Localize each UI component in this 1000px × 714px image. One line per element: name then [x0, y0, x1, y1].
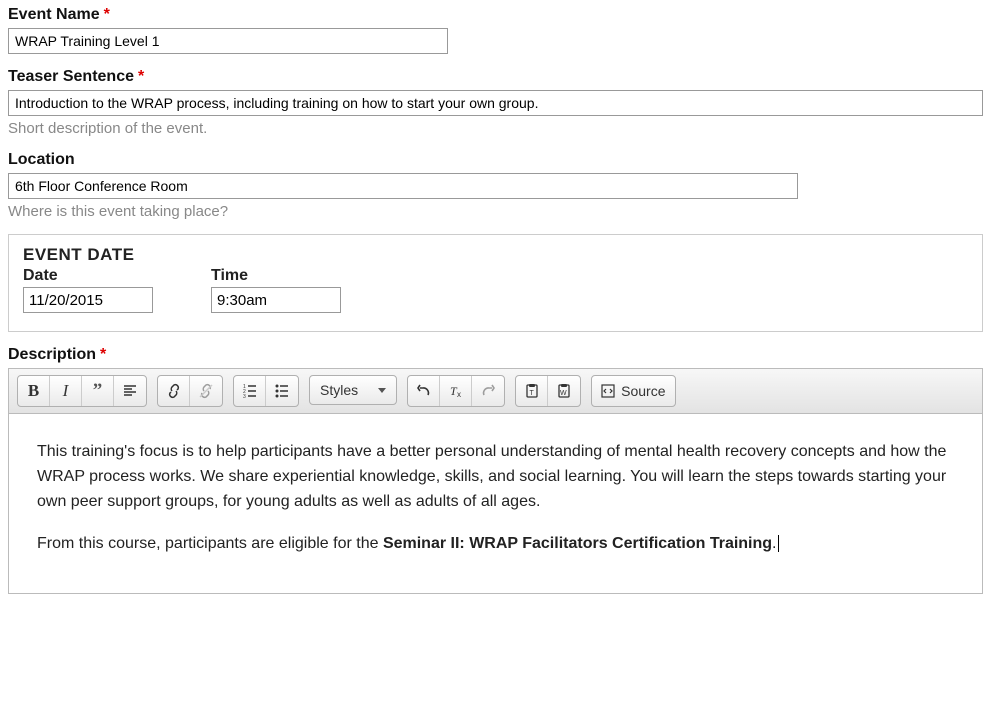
required-asterisk: * — [138, 68, 144, 86]
location-input[interactable] — [8, 173, 798, 199]
editor-paragraph-1: This training's focus is to help partici… — [37, 440, 954, 514]
align-button[interactable] — [114, 376, 146, 406]
remove-format-button[interactable]: Tx — [440, 376, 472, 406]
teaser-input[interactable] — [8, 90, 983, 116]
styles-label: Styles — [320, 382, 358, 398]
location-field: Location Where is this event taking plac… — [8, 151, 992, 220]
description-label: Description * — [8, 346, 992, 364]
history-group: Tx — [407, 375, 505, 407]
remove-format-icon: Tx — [448, 383, 464, 399]
location-help: Where is this event taking place? — [8, 203, 992, 220]
link-button[interactable] — [158, 376, 190, 406]
para2-part1: From this course, participants are eligi… — [37, 535, 383, 552]
date-label: Date — [23, 267, 153, 285]
teaser-help: Short description of the event. — [8, 120, 992, 137]
source-button[interactable]: Source — [592, 376, 675, 406]
event-name-input[interactable] — [8, 28, 448, 54]
source-icon — [600, 383, 616, 399]
event-name-label-text: Event Name — [8, 6, 100, 24]
link-group — [157, 375, 223, 407]
unordered-list-button[interactable] — [266, 376, 298, 406]
paste-word-button[interactable]: W — [548, 376, 580, 406]
time-input[interactable] — [211, 287, 341, 313]
event-name-label: Event Name * — [8, 6, 992, 24]
svg-text:3: 3 — [243, 394, 246, 399]
time-label: Time — [211, 267, 341, 285]
teaser-label-text: Teaser Sentence — [8, 68, 134, 86]
event-date-title: EVENT DATE — [23, 245, 968, 265]
editor-paragraph-2: From this course, participants are eligi… — [37, 532, 954, 557]
description-field: Description * B I ” — [8, 346, 992, 594]
location-label: Location — [8, 151, 992, 169]
undo-button[interactable] — [408, 376, 440, 406]
rich-text-editor: B I ” 123 — [8, 368, 983, 594]
svg-text:T: T — [529, 390, 534, 397]
list-group: 123 — [233, 375, 299, 407]
undo-icon — [416, 383, 432, 399]
para2-bold: Seminar II: WRAP Facilitators Certificat… — [383, 535, 772, 552]
para2-part3: . — [772, 535, 776, 552]
location-label-text: Location — [8, 151, 75, 169]
paste-word-icon: W — [556, 383, 572, 399]
description-label-text: Description — [8, 346, 96, 364]
svg-text:W: W — [560, 390, 567, 397]
ordered-list-icon: 123 — [242, 383, 258, 399]
event-date-box: EVENT DATE Date Time — [8, 234, 983, 332]
paste-text-button[interactable]: T — [516, 376, 548, 406]
source-label: Source — [621, 383, 665, 399]
chevron-down-icon — [378, 388, 386, 393]
date-input[interactable] — [23, 287, 153, 313]
redo-button[interactable] — [472, 376, 504, 406]
italic-button[interactable]: I — [50, 376, 82, 406]
ordered-list-button[interactable]: 123 — [234, 376, 266, 406]
editor-body[interactable]: This training's focus is to help partici… — [9, 414, 982, 593]
format-group: B I ” — [17, 375, 147, 407]
required-asterisk: * — [104, 6, 110, 24]
required-asterisk: * — [100, 346, 106, 364]
unordered-list-icon — [274, 383, 290, 399]
paste-text-icon: T — [524, 383, 540, 399]
source-group: Source — [591, 375, 676, 407]
link-icon — [166, 383, 182, 399]
teaser-label: Teaser Sentence * — [8, 68, 992, 86]
bold-button[interactable]: B — [18, 376, 50, 406]
date-column: Date — [23, 267, 153, 313]
align-icon — [122, 383, 138, 399]
teaser-field: Teaser Sentence * Short description of t… — [8, 68, 992, 137]
blockquote-button[interactable]: ” — [82, 376, 114, 406]
unlink-button[interactable] — [190, 376, 222, 406]
paste-group: T W — [515, 375, 581, 407]
svg-text:x: x — [457, 390, 461, 399]
text-cursor — [778, 535, 779, 552]
styles-dropdown[interactable]: Styles — [309, 375, 397, 405]
event-name-field: Event Name * — [8, 6, 992, 54]
editor-toolbar: B I ” 123 — [9, 369, 982, 414]
time-column: Time — [211, 267, 341, 313]
redo-icon — [480, 383, 496, 399]
unlink-icon — [198, 383, 214, 399]
